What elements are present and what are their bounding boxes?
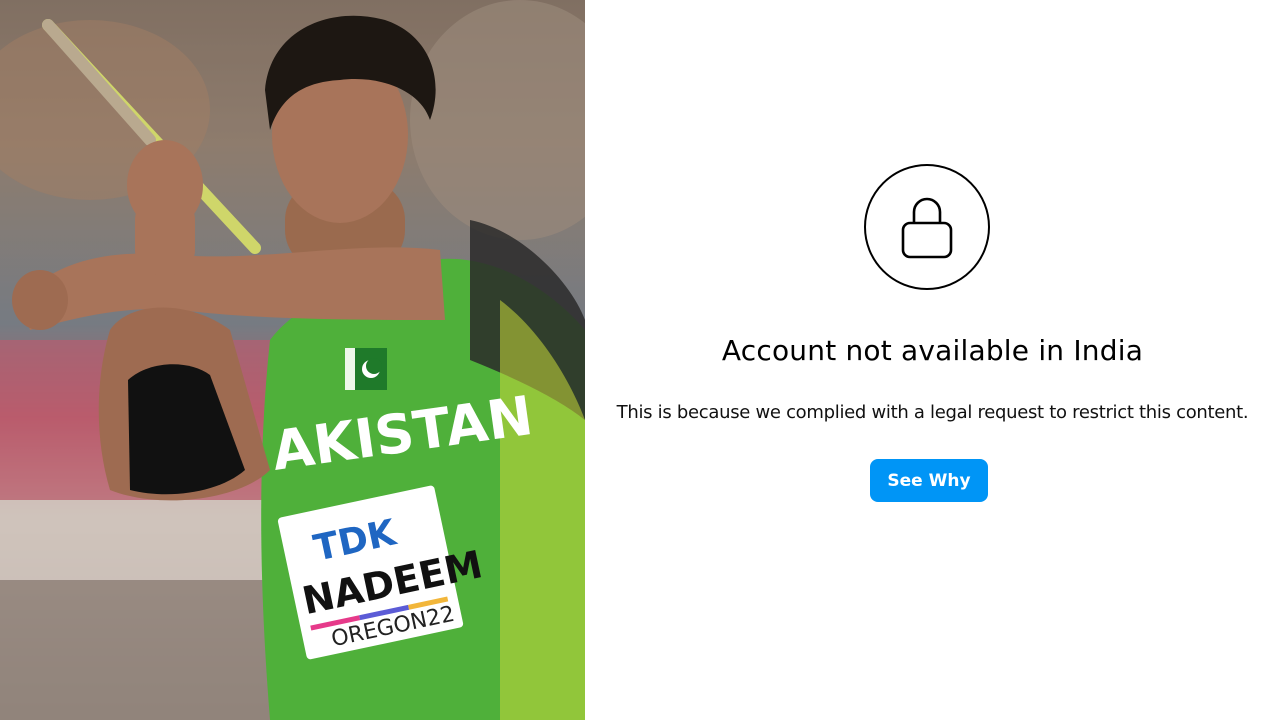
- notice-title: Account not available in India: [721, 334, 1144, 367]
- lock-badge: [864, 164, 990, 290]
- athlete-photo: AKISTAN TDK NADEEM OREGON22: [0, 0, 585, 720]
- see-why-button[interactable]: See Why: [870, 459, 988, 502]
- lock-icon: [901, 197, 953, 259]
- notice-description: This is because we complied with a legal…: [616, 402, 1249, 423]
- restriction-notice: Account not available in India This is b…: [585, 0, 1280, 720]
- athlete-illustration: AKISTAN TDK NADEEM OREGON22: [0, 0, 585, 720]
- page: AKISTAN TDK NADEEM OREGON22 Account not …: [0, 0, 1280, 720]
